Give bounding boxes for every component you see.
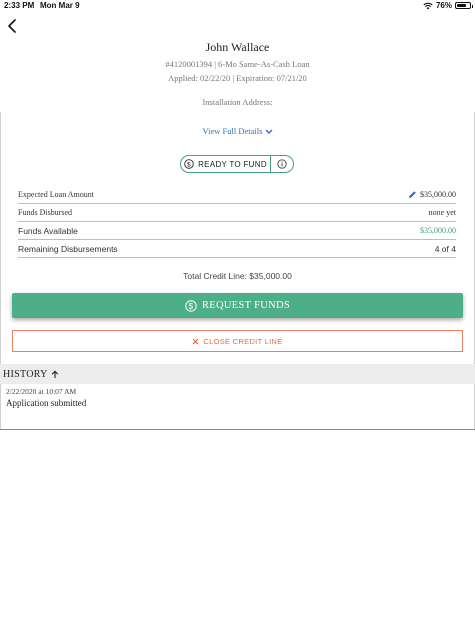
status-time: 2:33 PM [4,1,35,10]
view-full-details-link[interactable]: View Full Details [0,126,475,136]
loan-header: John Wallace #4120001394 | 6-Mo Same-As-… [0,40,475,107]
loan-dates-line: Applied: 02/22/20 | Expiration: 07/21/20 [168,73,307,83]
customer-name: John Wallace [205,40,270,54]
dollar-circle-icon: $ [185,299,197,312]
status-right: 76% [423,1,473,10]
status-label: READY TO FUND [198,159,267,169]
status-bar: 2:33 PM Mon Mar 9 76% [0,0,475,12]
loan-summary-rows: Expected Loan Amount $35,000.00 Funds Di… [18,186,456,258]
status-info-button[interactable] [271,156,293,172]
wifi-icon [423,2,433,9]
row-value: 4 of 4 [434,243,456,254]
row-value: none yet [428,208,456,217]
close-credit-line-label: CLOSE CREDIT LINE [203,336,283,346]
total-credit-line: Total Credit Line: $35,000.00 [183,271,292,281]
info-icon [277,159,287,169]
svg-text:$: $ [189,301,194,310]
history-timestamp: 2/22/2020 at 10:07 AM [6,387,77,396]
chevron-left-icon [8,19,16,33]
request-funds-label: REQUEST FUNDS [201,300,290,311]
chevron-down-icon [265,129,273,135]
pencil-icon[interactable] [408,190,417,199]
row-funds-available: Funds Available $35,000.00 [18,222,456,240]
row-label: Remaining Disbursements [18,243,118,254]
history-title: HISTORY [3,368,48,380]
battery-icon [455,2,473,9]
status-label-group: $ READY TO FUND [181,156,271,172]
row-value: $35,000.00 [420,190,456,199]
history-event: Application submitted [6,398,87,408]
close-icon [192,338,199,344]
battery-percent: 76% [435,1,452,10]
row-remaining-disbursements: Remaining Disbursements 4 of 4 [18,240,456,258]
expected-amount-group: $35,000.00 [408,190,456,199]
history-item: 2/22/2020 at 10:07 AM Application submit… [6,387,86,408]
status-pill: $ READY TO FUND [180,155,294,173]
svg-text:$: $ [187,161,191,168]
installation-address-label: Installation Address: [202,97,273,107]
status-date: Mon Mar 9 [40,1,80,10]
card-bottom-border [0,429,475,430]
arrow-up-icon [51,370,58,378]
loan-number-line: #4120001394 | 6-Mo Same-As-Cash Loan [165,59,310,69]
row-expected-loan-amount: Expected Loan Amount $35,000.00 [18,186,456,204]
history-header[interactable]: HISTORY [0,364,475,384]
close-credit-line-button[interactable]: CLOSE CREDIT LINE [12,330,463,352]
row-label: Funds Disbursed [18,208,73,217]
row-funds-disbursed: Funds Disbursed none yet [18,204,456,222]
dollar-circle-icon: $ [184,159,194,169]
row-label: Expected Loan Amount [18,190,94,199]
row-label: Funds Available [18,225,78,236]
battery-fill [457,4,467,7]
back-button[interactable] [6,18,22,38]
view-full-details-label: View Full Details [202,126,263,136]
request-funds-button[interactable]: $ REQUEST FUNDS [12,293,463,318]
row-value: $35,000.00 [420,226,456,235]
